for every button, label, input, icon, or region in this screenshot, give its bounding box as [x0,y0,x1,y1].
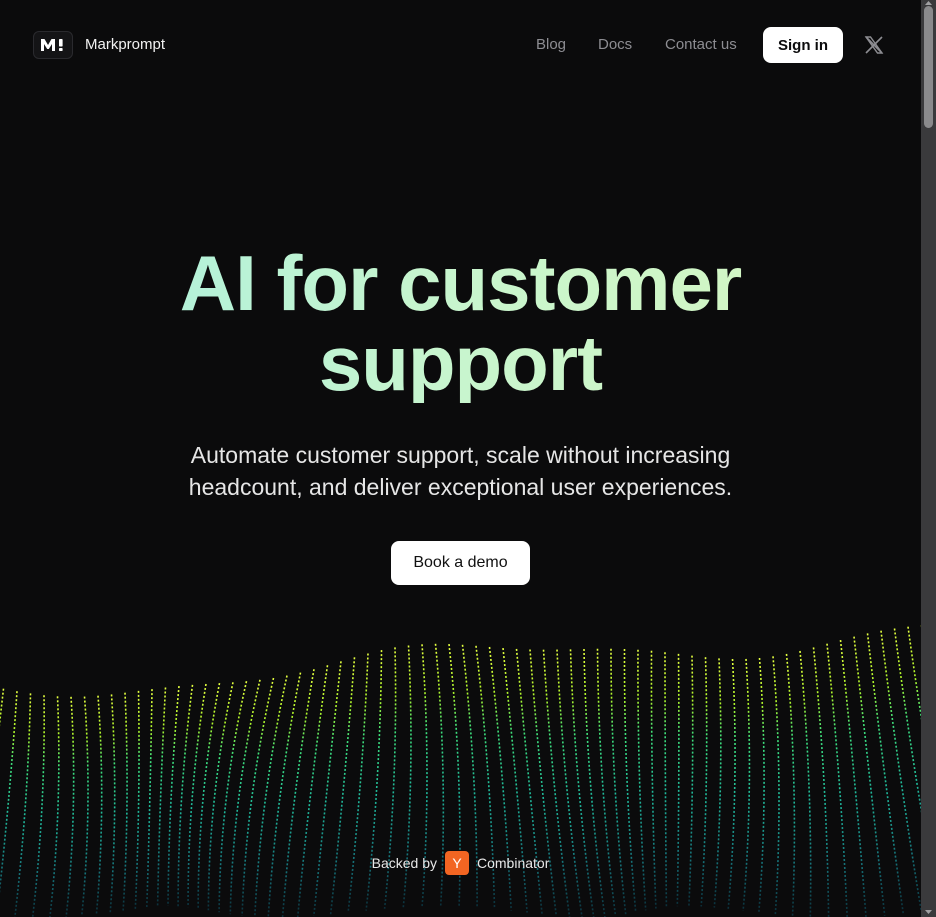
wave-line [254,675,288,917]
wave-line [49,696,60,917]
nav-link-blog[interactable]: Blog [536,36,566,53]
hero-subtitle-line-1: Automate customer support, scale without… [190,442,731,468]
wave-line [812,647,830,917]
wave-line [529,649,558,917]
hero-subtitle: Automate customer support, scale without… [0,439,921,503]
wave-line [218,681,248,913]
wave-line [826,643,848,917]
wave-line [122,692,128,911]
wave-line [329,657,356,915]
wave-line [80,696,89,917]
backed-by: Backed by Y Combinator [0,851,921,875]
wave-line [583,648,606,917]
wave-line [542,649,571,917]
y-combinator-badge-icon: Y [445,851,469,875]
wave-line [772,656,780,915]
wave-line [229,679,261,915]
page-scrollbar[interactable] [921,0,936,917]
wave-line [14,693,32,917]
wave-line [267,672,302,917]
wave-line [241,677,275,916]
wave-line [281,669,315,917]
wave-line [65,696,75,917]
x-twitter-icon[interactable] [864,35,884,55]
brand-name[interactable]: Markprompt [85,36,165,53]
wave-line [0,691,18,894]
nav-link-contact[interactable]: Contact us [665,36,737,53]
sign-in-button[interactable]: Sign in [763,27,843,63]
wave-line [296,665,329,917]
backed-by-prefix: Backed by [371,855,437,871]
hero-subtitle-line-2: headcount, and deliver exceptional user … [188,474,733,500]
hero-title-line-2: support [318,319,603,407]
wave-line [596,648,617,917]
nav-link-docs[interactable]: Docs [598,36,632,53]
wave-line [785,653,796,917]
scroll-down-arrow-icon[interactable] [924,909,933,915]
hero-title: AI for customer support [0,243,921,403]
wave-line [31,695,45,917]
wave-line [799,650,812,917]
book-demo-button[interactable]: Book a demo [391,541,530,585]
backed-by-suffix: Combinator [477,855,550,871]
markprompt-logo-icon[interactable] [33,31,73,59]
wave-line [839,640,867,917]
wave-line [556,649,583,917]
hero-title-line-1: AI for customer [179,239,742,327]
wave-line [95,695,103,915]
wave-line [569,649,595,917]
wave-line [313,661,342,917]
wave-line [134,690,140,910]
scrollbar-thumb[interactable] [924,6,933,128]
page: Markprompt Blog Docs Contact us Sign in … [0,0,921,917]
wave-line [109,694,116,913]
